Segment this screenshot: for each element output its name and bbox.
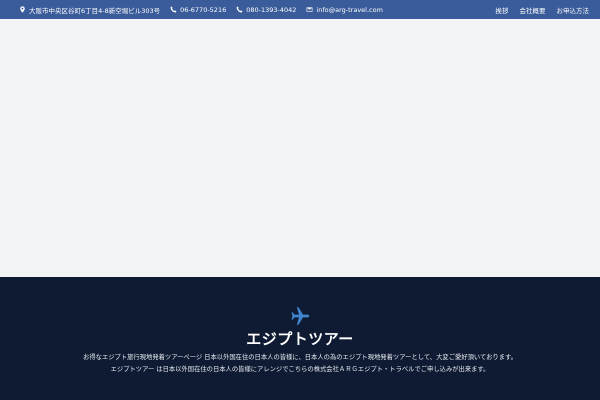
mobile-text[interactable]: 080-1393-4042 xyxy=(246,6,296,14)
airplane-icon xyxy=(289,305,311,327)
address-text: 大阪市中央区谷町6丁目4-8新空堀ビル303号 xyxy=(29,6,161,15)
footer-line-2: エジプトツアー は日本以外国在住の日本人の皆様にアレンジでこちらの株式会社ＡＲＧ… xyxy=(110,365,490,373)
top-nav: 挨拶 会社概要 お申込方法 xyxy=(485,5,590,15)
envelope-icon xyxy=(306,7,313,12)
nav-apply-link[interactable]: お申込方法 xyxy=(557,5,590,15)
email-item[interactable]: info@arg-travel.com xyxy=(306,6,383,14)
email-text[interactable]: info@arg-travel.com xyxy=(316,6,383,14)
footer-title: エジプトツアー xyxy=(246,330,354,348)
phone-item[interactable]: 06-6770-5216 xyxy=(170,6,226,14)
footer-line-1: お得なエジプト旅行現地発着ツアーページ 日本以外国在住の日本人の皆様に、日本人の… xyxy=(83,354,517,361)
phone-icon xyxy=(170,6,177,13)
top-bar: 大阪市中央区谷町6丁目4-8新空堀ビル303号 06-6770-5216 080… xyxy=(0,0,600,19)
hero-area xyxy=(0,19,600,277)
phone-text[interactable]: 06-6770-5216 xyxy=(180,6,226,14)
contact-info: 大阪市中央区谷町6丁目4-8新空堀ビル303号 06-6770-5216 080… xyxy=(19,5,393,15)
footer-description: お得なエジプト旅行現地発着ツアーページ 日本以外国在住の日本人の皆様に、日本人の… xyxy=(0,352,600,375)
address-item: 大阪市中央区谷町6丁目4-8新空堀ビル303号 xyxy=(19,5,160,15)
map-marker-icon xyxy=(20,6,25,13)
nav-company-link[interactable]: 会社概要 xyxy=(520,5,546,15)
nav-greeting-link[interactable]: 挨拶 xyxy=(496,5,509,15)
mobile-item[interactable]: 080-1393-4042 xyxy=(236,6,296,14)
phone-icon xyxy=(236,6,243,13)
